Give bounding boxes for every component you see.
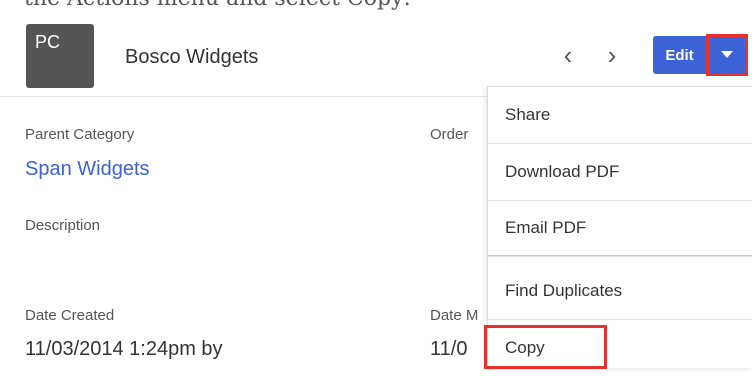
avatar-initials: PC bbox=[35, 32, 61, 52]
date-modified-value: 11/0 bbox=[430, 338, 468, 360]
menu-item-label: Share bbox=[505, 105, 551, 124]
menu-item-download-pdf[interactable]: Download PDF bbox=[488, 144, 752, 201]
menu-item-label: Copy bbox=[505, 338, 545, 357]
actions-menu-button[interactable] bbox=[706, 34, 748, 76]
caret-down-icon bbox=[721, 51, 733, 58]
edit-button[interactable]: Edit bbox=[653, 36, 706, 74]
date-created-label: Date Created bbox=[25, 307, 115, 324]
record-name: Bosco Widgets bbox=[125, 46, 259, 68]
menu-item-email-pdf[interactable]: Email PDF bbox=[488, 200, 752, 257]
clipped-instruction-text: the Actions menu and select Copy: bbox=[0, 0, 752, 10]
menu-item-share[interactable]: Share bbox=[488, 87, 752, 144]
avatar: PC bbox=[26, 24, 94, 88]
parent-category-link[interactable]: Span Widgets bbox=[25, 158, 150, 181]
date-modified-label: Date M bbox=[430, 307, 479, 324]
chevron-left-icon: ‹ bbox=[563, 40, 573, 70]
record-header: PC Bosco Widgets ‹ › Edit bbox=[0, 10, 752, 97]
instruction-text: the Actions menu and select Copy: bbox=[24, 0, 411, 10]
menu-item-find-duplicates[interactable]: Find Duplicates bbox=[488, 263, 752, 320]
parent-category-label: Parent Category bbox=[25, 126, 135, 143]
previous-record-button[interactable]: ‹ bbox=[556, 40, 580, 70]
menu-item-label: Email PDF bbox=[505, 218, 587, 237]
menu-item-copy[interactable]: Copy bbox=[488, 320, 752, 376]
menu-item-label: Find Duplicates bbox=[505, 281, 623, 300]
actions-dropdown-menu: Share Download PDF Email PDF Find Duplic… bbox=[487, 86, 752, 368]
menu-divider bbox=[488, 255, 752, 256]
order-label: Order bbox=[430, 126, 469, 143]
description-label: Description bbox=[25, 217, 101, 234]
date-created-value: 11/03/2014 1:24pm by bbox=[25, 338, 223, 360]
chevron-right-icon: › bbox=[607, 40, 617, 70]
next-record-button[interactable]: › bbox=[600, 40, 624, 70]
menu-item-label: Download PDF bbox=[505, 162, 620, 181]
